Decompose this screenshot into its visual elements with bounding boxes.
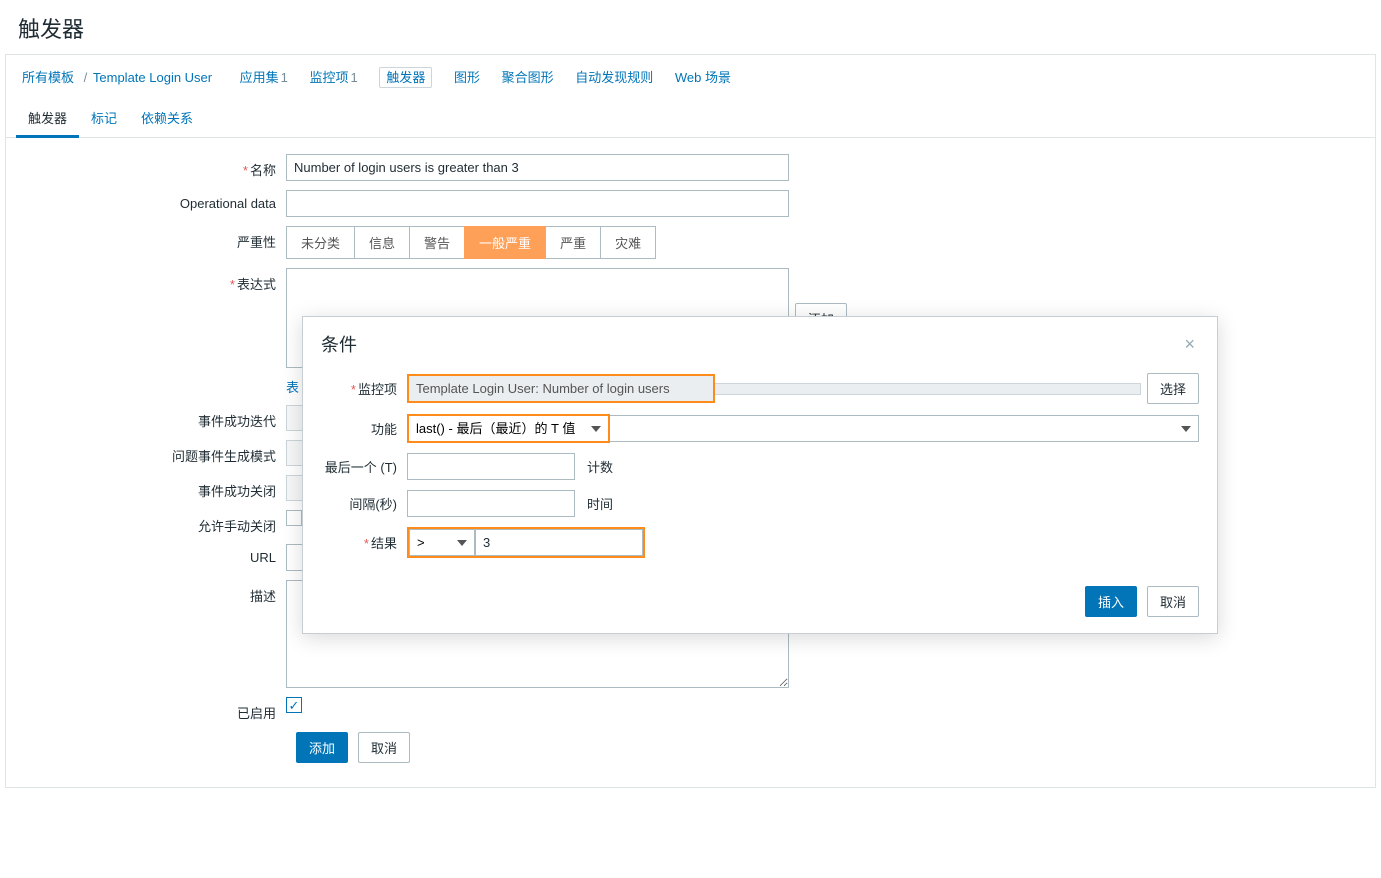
modal-item-label: *监控项 [321,379,407,398]
breadcrumb-root[interactable]: 所有模板 [22,70,74,85]
nav-items[interactable]: 监控项1 [309,70,357,85]
enabled-checkbox[interactable]: ✓ [286,697,302,713]
severity-warning[interactable]: 警告 [409,226,465,259]
severity-information[interactable]: 信息 [354,226,410,259]
nav-graphs[interactable]: 图形 [454,70,480,85]
opdata-label: Operational data [16,190,286,211]
name-input[interactable] [286,154,789,181]
tabs: 触发器 标记 依赖关系 [6,100,1375,138]
severity-label: 严重性 [16,226,286,251]
modal-function-label: 功能 [321,419,407,438]
modal-interval-suffix: 时间 [587,494,613,513]
modal-interval-input[interactable] [407,490,575,517]
modal-last-input[interactable] [407,453,575,480]
expression-label: *表达式 [16,268,286,293]
recovery-label: 事件成功迭代 [16,405,286,430]
manual-close-label: 允许手动关闭 [16,510,286,535]
modal-function-select[interactable]: last() - 最后（最近）的 T 值 [409,416,608,441]
url-label: URL [16,544,286,565]
description-label: 描述 [16,580,286,605]
modal-item-input[interactable]: Template Login User: Number of login use… [409,376,713,401]
breadcrumb-separator: / [84,70,88,85]
cancel-button[interactable]: 取消 [358,732,410,763]
ok-close-label: 事件成功关闭 [16,475,286,500]
modal-result-operator[interactable]: > [409,529,475,556]
severity-group: 未分类 信息 警告 一般严重 严重 灾难 [286,226,656,259]
severity-disaster[interactable]: 灾难 [600,226,656,259]
nav-web-scenarios[interactable]: Web 场景 [675,70,731,85]
opdata-input[interactable] [286,190,789,217]
nav-screens[interactable]: 聚合图形 [502,70,554,85]
expr-constructor-link[interactable]: 表 [286,377,299,396]
modal-insert-button[interactable]: 插入 [1085,586,1137,617]
manual-close-checkbox[interactable] [286,510,302,526]
tab-tags[interactable]: 标记 [79,100,129,137]
nav-triggers[interactable]: 触发器 [379,67,432,88]
expr-constructor-label [16,377,286,383]
nav-discovery[interactable]: 自动发现规则 [575,70,653,85]
modal-last-suffix: 计数 [587,457,613,476]
modal-close-button[interactable]: × [1180,334,1199,355]
problem-mode-label: 问题事件生成模式 [16,440,286,465]
modal-interval-label: 间隔(秒) [321,494,407,513]
tab-trigger[interactable]: 触发器 [16,100,79,138]
severity-average[interactable]: 一般严重 [464,226,546,259]
modal-item-select-button[interactable]: 选择 [1147,373,1199,404]
modal-item-input-ext [715,383,1141,395]
modal-function-select-ext[interactable] [610,415,1199,442]
condition-modal: 条件 × *监控项 Template Login User: Number of… [302,316,1218,634]
name-label: *名称 [16,154,286,179]
enabled-label: 已启用 [16,697,286,722]
tab-dependencies[interactable]: 依赖关系 [129,100,205,137]
modal-result-value[interactable] [475,529,643,556]
severity-high[interactable]: 严重 [545,226,601,259]
modal-cancel-button[interactable]: 取消 [1147,586,1199,617]
modal-result-label: *结果 [321,533,407,552]
nav-application-set[interactable]: 应用集1 [240,70,288,85]
breadcrumb-template[interactable]: Template Login User [93,70,212,85]
modal-title: 条件 [321,331,357,357]
breadcrumbs: 所有模板 / Template Login User 应用集1 监控项1 触发器… [6,55,1375,92]
severity-not-classified[interactable]: 未分类 [286,226,355,259]
page-title: 触发器 [18,12,1363,44]
modal-last-label: 最后一个 (T) [321,457,407,476]
add-button[interactable]: 添加 [296,732,348,763]
